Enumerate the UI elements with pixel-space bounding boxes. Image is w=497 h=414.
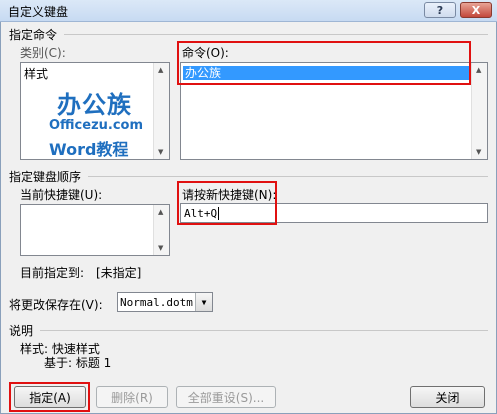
save-in-value: Normal.dotm xyxy=(120,296,193,309)
command-scrollbar[interactable]: ▲ ▼ xyxy=(471,63,487,159)
logo-url: Officezu.com xyxy=(49,118,144,133)
window-close-button[interactable]: X xyxy=(460,2,492,18)
assigned-to-label: 目前指定到: xyxy=(20,266,85,280)
scroll-down-icon[interactable]: ▼ xyxy=(158,148,163,156)
current-keys-scrollbar[interactable]: ▲ ▼ xyxy=(153,205,169,255)
description-group-label: 说明 xyxy=(9,324,34,338)
scroll-down-icon[interactable]: ▼ xyxy=(476,148,481,156)
help-button[interactable]: ? xyxy=(424,2,456,18)
close-button[interactable]: 关闭 xyxy=(410,386,485,408)
category-scrollbar[interactable]: ▲ ▼ xyxy=(153,63,169,159)
save-in-label: 将更改保存在(V): xyxy=(9,298,103,312)
new-key-highlight-box xyxy=(177,181,277,225)
specify-command-group-label: 指定命令 xyxy=(9,28,58,42)
category-item-style[interactable]: 样式 xyxy=(24,65,48,82)
current-keys-list[interactable]: ▲ ▼ xyxy=(20,204,170,256)
save-in-select[interactable]: Normal.dotm ▼ xyxy=(117,292,213,312)
group-divider xyxy=(88,176,488,177)
scroll-up-icon[interactable]: ▲ xyxy=(158,66,163,74)
group-divider xyxy=(40,330,488,331)
command-highlight-box xyxy=(177,41,471,85)
title-bar xyxy=(0,0,497,22)
logo-title: 办公族 xyxy=(57,91,132,119)
close-icon: X xyxy=(471,3,481,17)
help-icon: ? xyxy=(436,3,444,17)
group-divider xyxy=(64,34,488,35)
reset-all-button[interactable]: 全部重设(S)... xyxy=(176,386,276,408)
chevron-down-icon[interactable]: ▼ xyxy=(195,293,212,311)
assign-highlight-box xyxy=(9,382,90,412)
remove-button[interactable]: 删除(R) xyxy=(96,386,168,408)
scroll-up-icon[interactable]: ▲ xyxy=(158,208,163,216)
current-keys-label: 当前快捷键(U): xyxy=(20,188,103,202)
description-line-2: 基于: 标题 1 xyxy=(44,356,112,370)
category-label: 类别(C): xyxy=(20,46,66,60)
category-list[interactable]: 样式 办公族 Officezu.com Word教程 ▲ ▼ xyxy=(20,62,170,160)
window-title: 自定义键盘 xyxy=(8,5,69,19)
logo-subtitle: Word教程 xyxy=(49,140,129,159)
scroll-down-icon[interactable]: ▼ xyxy=(158,244,163,252)
keyboard-sequence-group-label: 指定键盘顺序 xyxy=(9,170,82,184)
scroll-up-icon[interactable]: ▲ xyxy=(476,66,481,74)
assigned-to-value: [未指定] xyxy=(96,266,142,280)
